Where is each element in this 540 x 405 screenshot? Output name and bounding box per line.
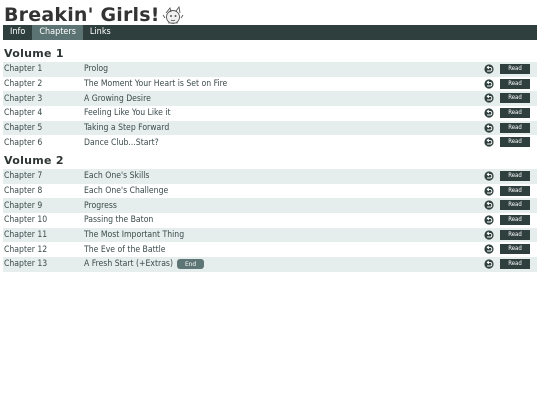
end-badge: End [176, 259, 205, 270]
chapter-row: Chapter 8 Each One's Challenge Read [3, 184, 537, 199]
tab-chapters[interactable]: Chapters [32, 25, 83, 40]
page: Breakin' Girls! Info Chapters Links Volume… [0, 0, 540, 405]
chapter-row: Chapter 13 A Fresh Start (+Extras) End Read [3, 257, 537, 272]
chapter-row: Chapter 3 A Growing Desire Read [3, 91, 537, 107]
chapter-row: Chapter 12 The Eve of the Battle Read [3, 242, 537, 257]
chapter-number: Chapter 11 [4, 230, 48, 241]
chapter-title-cell: Each One's Challenge [84, 186, 168, 196]
chapter-row: Chapter 9 Progress Read [3, 198, 537, 214]
read-button[interactable]: Read [500, 185, 530, 196]
chapter-number: Chapter 13 [4, 259, 48, 270]
chapter-number: Chapter 7 [4, 171, 43, 182]
chapter-title-cell: Each One's Skills [84, 171, 149, 181]
read-button[interactable]: Read [500, 78, 530, 89]
chapter-title-cell: The Moment Your Heart is Set on Fire [84, 79, 227, 89]
chapter-title: Each One's Skills [84, 171, 150, 182]
chapter-table: Chapter 1 Prolog Read Chapter 2 The Moment Y… [3, 62, 537, 150]
undo-arrow-icon[interactable] [484, 93, 494, 103]
chapter-title: Passing the Baton [84, 215, 154, 226]
read-button[interactable]: Read [500, 259, 530, 270]
mascot-icon [162, 5, 184, 24]
undo-arrow-icon[interactable] [484, 137, 494, 148]
read-button[interactable]: Read [500, 215, 530, 226]
undo-arrow-icon[interactable] [484, 215, 494, 225]
undo-arrow-icon[interactable] [484, 186, 494, 196]
read-button[interactable]: Read [500, 93, 530, 104]
chapter-row: Chapter 5 Taking a Step Forward Read [3, 120, 537, 136]
read-button[interactable]: Read [500, 137, 530, 148]
undo-arrow-icon[interactable] [484, 79, 494, 89]
chapter-number: Chapter 10 [4, 215, 48, 226]
chapter-title: The Eve of the Battle [84, 244, 166, 255]
chapter-row: Chapter 10 Passing the Baton Read [3, 213, 537, 228]
chapter-title: The Most Important Thing [84, 230, 185, 241]
chapter-title: Prolog [84, 64, 109, 75]
chapter-row: Chapter 11 The Most Important Thing Read [3, 227, 537, 243]
chapter-title: Taking a Step Forward [84, 123, 170, 134]
chapter-title: Each One's Challenge [84, 186, 169, 197]
header: Breakin' Girls! [4, 4, 184, 26]
read-button[interactable]: Read [500, 200, 530, 211]
chapter-title-cell: A Growing Desire [84, 94, 151, 104]
volume-heading: Volume 2 [4, 154, 64, 167]
chapter-title: A Growing Desire [84, 93, 151, 104]
chapter-number: Chapter 5 [4, 123, 43, 134]
chapter-title-cell: The Most Important Thing [84, 230, 184, 240]
read-button[interactable]: Read [500, 171, 530, 181]
chapter-row: Chapter 7 Each One's Skills Read [3, 169, 537, 184]
chapter-number: Chapter 6 [4, 137, 43, 148]
chapter-number: Chapter 8 [4, 186, 43, 197]
undo-arrow-icon[interactable] [484, 64, 494, 74]
chapter-title-cell: Feeling Like You Like it [84, 108, 171, 118]
read-button[interactable]: Read [500, 122, 530, 133]
chapter-title: The Moment Your Heart is Set on Fire [84, 79, 228, 90]
chapter-title-cell: A Fresh Start (+Extras) End [84, 259, 205, 270]
read-button[interactable]: Read [500, 64, 530, 74]
chapter-row: Chapter 2 The Moment Your Heart is Set on… [3, 77, 537, 92]
chapter-number: Chapter 4 [4, 108, 43, 119]
volume-heading: Volume 1 [4, 47, 64, 60]
nav-bar: Info Chapters Links [3, 25, 537, 40]
chapter-number: Chapter 2 [4, 79, 43, 90]
chapter-number: Chapter 9 [4, 200, 43, 211]
chapter-title: Progress [84, 200, 117, 211]
undo-arrow-icon[interactable] [484, 230, 494, 240]
chapter-title-cell: Taking a Step Forward [84, 123, 169, 133]
undo-arrow-icon[interactable] [484, 259, 494, 269]
chapter-row: Chapter 1 Prolog Read [3, 62, 537, 77]
read-button[interactable]: Read [500, 244, 530, 255]
undo-arrow-icon[interactable] [484, 123, 494, 133]
chapter-row: Chapter 4 Feeling Like You Like it Read [3, 106, 537, 121]
tab-info[interactable]: Info [3, 25, 32, 40]
read-button[interactable]: Read [500, 229, 530, 240]
chapter-title: A Fresh Start (+Extras) [84, 259, 173, 270]
tab-links[interactable]: Links [83, 25, 118, 40]
chapter-row: Chapter 6 Dance Club...Start? Read [3, 135, 537, 150]
read-button[interactable]: Read [500, 108, 530, 119]
chapter-title-cell: Progress [84, 201, 117, 211]
chapter-table: Chapter 7 Each One's Skills Read Chapter 8 E… [3, 169, 537, 272]
chapter-title: Dance Club...Start? [84, 137, 159, 148]
chapter-title: Feeling Like You Like it [84, 108, 171, 119]
undo-arrow-icon[interactable] [484, 244, 494, 255]
undo-arrow-icon[interactable] [484, 108, 494, 118]
chapter-title-cell: Dance Club...Start? [84, 138, 159, 148]
chapter-title-cell: Passing the Baton [84, 215, 153, 225]
chapter-title-cell: The Eve of the Battle [84, 245, 166, 255]
undo-arrow-icon[interactable] [484, 200, 494, 210]
series-title: Breakin' Girls! [4, 4, 160, 26]
chapter-number: Chapter 1 [4, 64, 43, 75]
chapter-number: Chapter 12 [4, 244, 48, 255]
chapter-number: Chapter 3 [4, 93, 43, 104]
undo-arrow-icon[interactable] [484, 171, 494, 181]
chapter-title-cell: Prolog [84, 64, 108, 74]
